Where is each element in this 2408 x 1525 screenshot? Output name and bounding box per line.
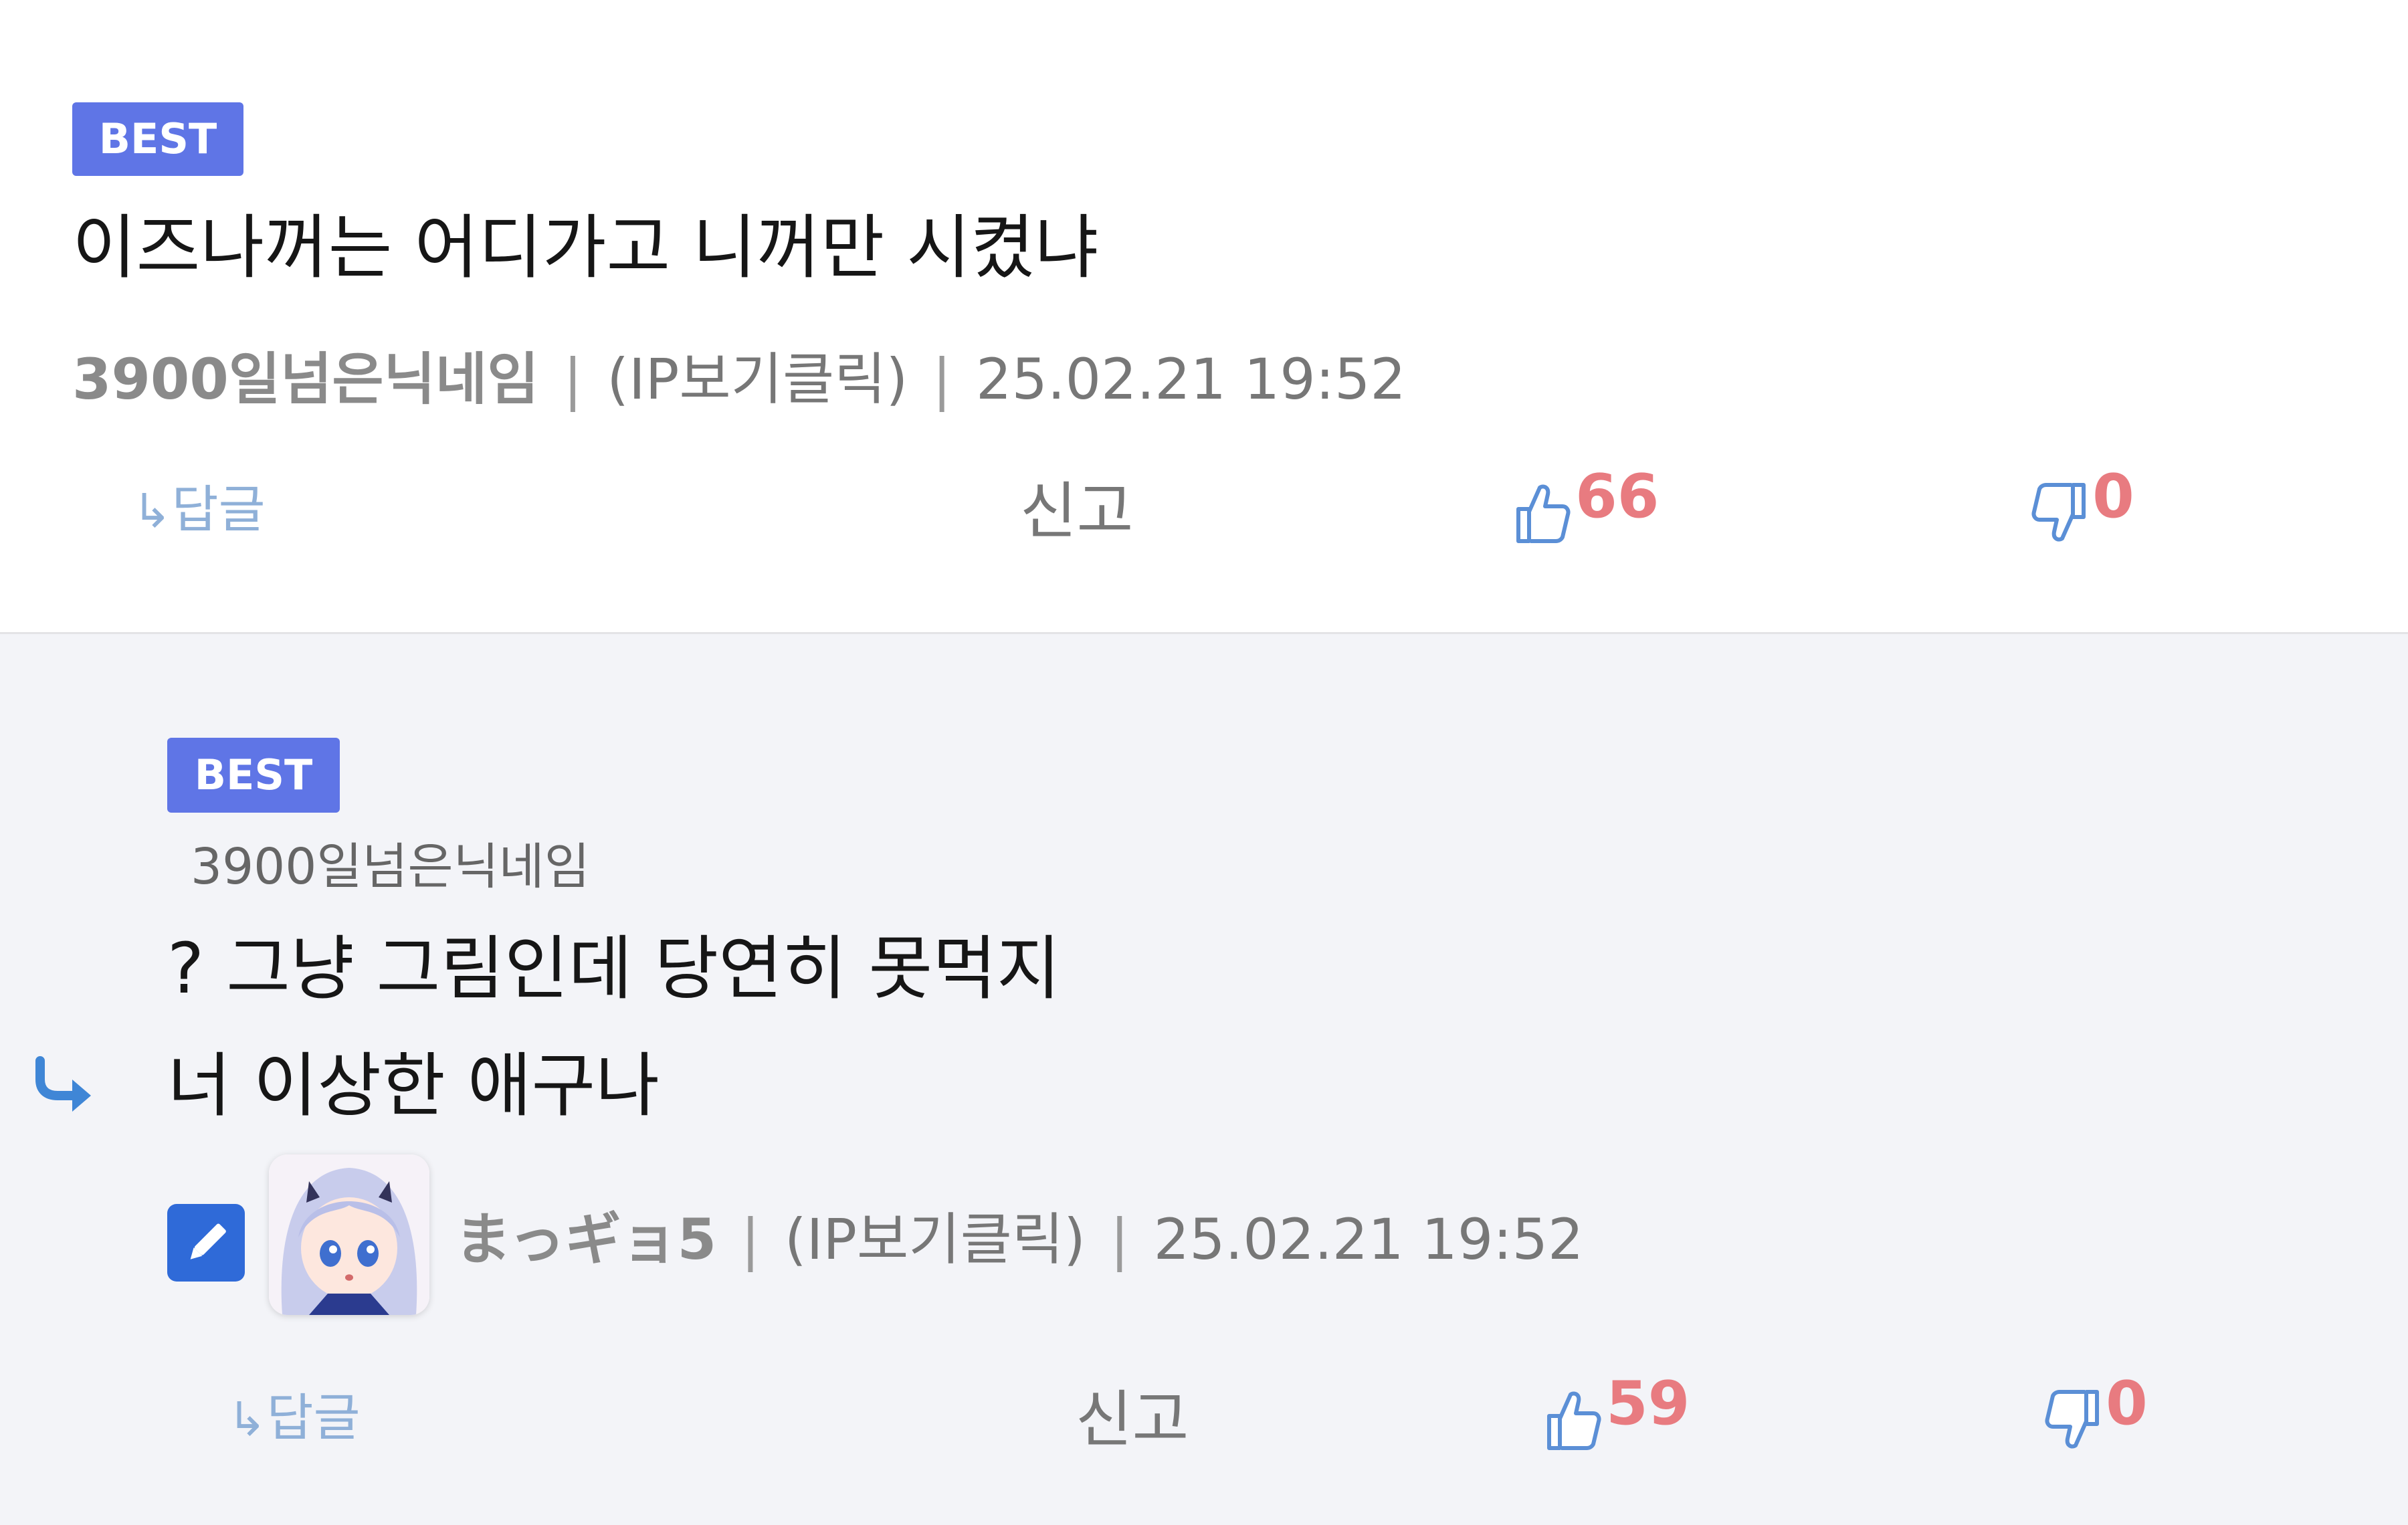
like-count: 59 [1606, 1368, 1690, 1439]
thumbs-up-icon [1513, 480, 1572, 549]
ip-view-link[interactable]: (IP보기클릭) [607, 346, 908, 412]
reply-arrow-icon [32, 1055, 99, 1118]
pencil-icon[interactable] [167, 1204, 245, 1282]
dislike-button[interactable]: 0 [2043, 1368, 2148, 1456]
reply-button[interactable]: ↳답글 [227, 1377, 361, 1450]
like-button[interactable]: 59 [1544, 1368, 1690, 1456]
avatar[interactable] [269, 1154, 429, 1315]
comment-meta: まっギョ5 | (IP보기클릭) | 25.02.21 19:52 [455, 1195, 1583, 1276]
reply-label: 답글 [266, 1388, 361, 1447]
dislike-count: 0 [2106, 1368, 2148, 1439]
author-nickname[interactable]: まっギョ5 [455, 1207, 716, 1272]
best-badge: BEST [167, 738, 340, 813]
comment-text-line-1: ? 그냥 그림인데 당연히 못먹지 [167, 928, 1061, 1009]
reply-to-nickname[interactable]: 3900일넘은닉네임 [191, 827, 590, 898]
comment-text-line-2: 너 이상한 애구나 [167, 1045, 660, 1126]
report-button[interactable]: 신고 [1076, 1370, 1189, 1459]
reply-label: 답글 [171, 480, 266, 539]
dislike-count: 0 [2092, 462, 2134, 532]
comment-best-2-reply: BEST 3900일넘은닉네임 ? 그냥 그림인데 당연히 못먹지 너 이상한 … [0, 634, 2408, 1525]
separator: | [932, 346, 952, 412]
comment-datetime: 25.02.21 19:52 [1153, 1207, 1584, 1272]
comment-datetime: 25.02.21 19:52 [976, 346, 1406, 412]
separator: | [1110, 1207, 1129, 1272]
thumbs-down-icon [2043, 1387, 2102, 1456]
author-nickname[interactable]: 3900일넘은닉네임 [72, 346, 538, 412]
thumbs-down-icon [2030, 480, 2089, 549]
like-button[interactable]: 66 [1513, 462, 1659, 549]
dislike-button[interactable]: 0 [2030, 462, 2134, 549]
best-badge: BEST [72, 102, 243, 176]
thumbs-up-icon [1544, 1387, 1603, 1456]
reply-arrow-icon: ↳ [132, 484, 172, 538]
comment-meta: 3900일넘은닉네임 | (IP보기클릭) | 25.02.21 19:52 [72, 334, 1406, 415]
ip-view-link[interactable]: (IP보기클릭) [785, 1207, 1086, 1272]
comment-text: 이즈나꺼는 어디가고 니꺼만 시켰냐 [72, 207, 1099, 288]
reply-button[interactable]: ↳답글 [132, 468, 266, 542]
reply-arrow-icon: ↳ [227, 1392, 267, 1447]
report-button[interactable]: 신고 [1020, 462, 1133, 550]
like-count: 66 [1575, 462, 1660, 532]
separator: | [563, 346, 583, 412]
separator: | [740, 1207, 761, 1272]
comment-best-1: BEST 이즈나꺼는 어디가고 니꺼만 시켰냐 3900일넘은닉네임 | (IP… [0, 0, 2408, 634]
